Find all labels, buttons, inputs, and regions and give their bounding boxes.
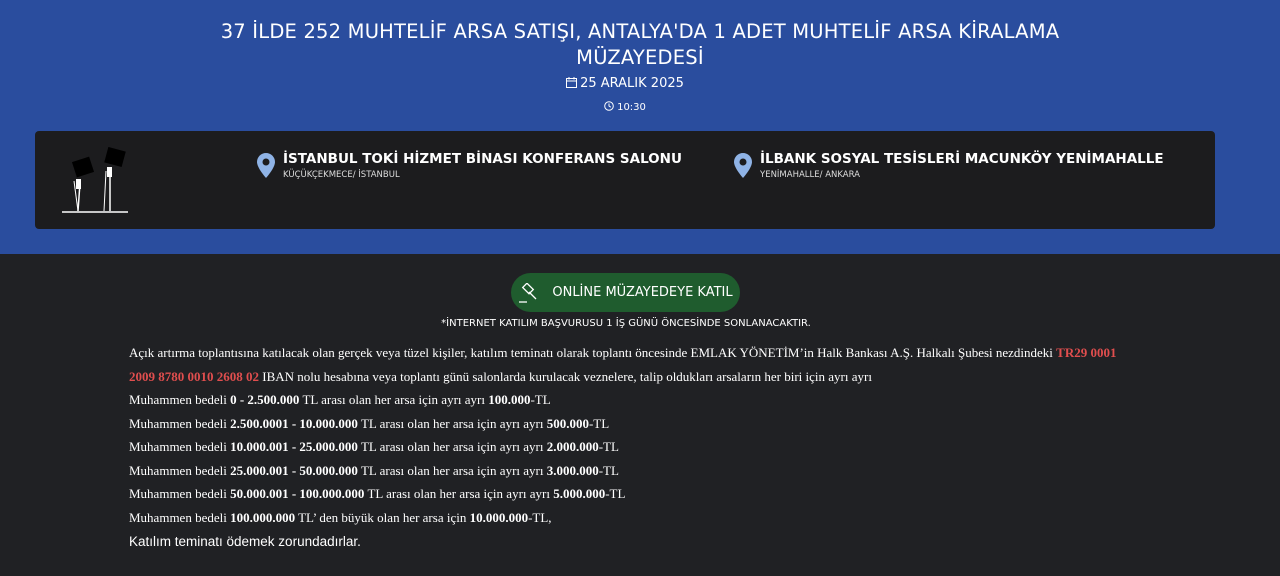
auction-time: 10:30 [0,101,1250,113]
map-pin-icon [257,153,275,178]
venue-location: YENİMAHALLE/ ANKARA [760,170,860,180]
deposit-closing: Katılım teminatı ödemek zorundadırlar. [129,534,361,549]
venue-location: KÜÇÜKÇEKMECE/ İSTANBUL [283,170,400,180]
deposit-row: Muhammen bedeli 50.000.001 - 100.000.000… [129,486,626,501]
time-text: 10:30 [617,102,646,113]
venue-card: İSTANBUL TOKİ HİZMET BİNASI KONFERANS SA… [35,131,1215,229]
deposit-row: Muhammen bedeli 0 - 2.500.000 TL arası o… [129,392,551,407]
registration-notice: *İNTERNET KATILIM BAŞVURUSU 1 İŞ GÜNÜ ÖN… [441,318,811,329]
deposit-intro: Açık artırma toplantısına katılacak olan… [129,341,1129,388]
deposit-row: Muhammen bedeli 2.500.0001 - 10.000.000 … [129,415,610,431]
page-title: 37 İLDE 252 MUHTELİF ARSA SATIŞI, ANTALY… [220,20,1060,69]
auction-paddles-icon [62,147,128,213]
auction-date: 25 ARALIK 2025 [0,76,1250,91]
hero-banner: 37 İLDE 252 MUHTELİF ARSA SATIŞI, ANTALY… [0,0,1280,254]
join-online-auction-button[interactable]: ONLİNE MÜZAYEDEYE KATIL [511,273,740,312]
gavel-icon [519,282,537,303]
intro-text: Açık artırma toplantısına katılacak olan… [129,345,1057,360]
intro-text-end: IBAN nolu hesabına veya toplantı günü sa… [259,368,872,384]
deposit-row: Muhammen bedeli 10.000.001 - 25.000.000 … [129,439,619,454]
calendar-icon [566,77,578,88]
venue-name: İLBANK SOSYAL TESİSLERİ MACUNKÖY YENİMAH… [760,151,1164,167]
deposit-info: Açık artırma toplantısına katılacak olan… [129,341,1129,554]
deposit-row: Muhammen bedeli 100.000.000 TL’ den büyü… [129,509,552,525]
date-text: 25 ARALIK 2025 [580,76,684,91]
map-pin-icon [734,153,752,178]
join-button-label: ONLİNE MÜZAYEDEYE KATIL [552,285,733,300]
deposit-row: Muhammen bedeli 25.000.001 - 50.000.000 … [129,462,619,478]
clock-icon [604,101,614,111]
venue-name: İSTANBUL TOKİ HİZMET BİNASI KONFERANS SA… [283,151,682,167]
